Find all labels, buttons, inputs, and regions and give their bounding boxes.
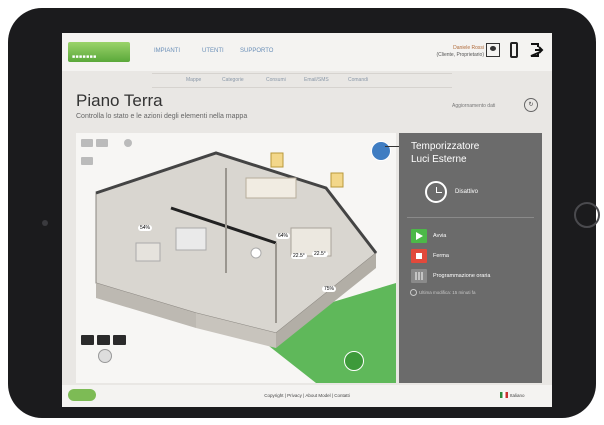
timer-state: Disattivo xyxy=(455,189,479,195)
badge-5[interactable]: 75% xyxy=(322,286,337,292)
play-icon xyxy=(416,232,423,240)
stop-icon xyxy=(416,253,422,259)
subnav-consumi[interactable]: Consumi xyxy=(266,77,286,83)
timer-panel: Temporizzatore Luci Esterne Disattivo Av… xyxy=(385,133,542,383)
timer-clock-icon xyxy=(425,181,447,203)
table xyxy=(135,242,161,262)
light-icon-1[interactable] xyxy=(250,247,262,259)
phone-icon[interactable] xyxy=(510,42,518,58)
camera-icon-1[interactable] xyxy=(124,139,132,147)
scene-dial[interactable] xyxy=(98,349,112,363)
page-subtitle: Controlla lo stato e le azioni degli ele… xyxy=(76,113,248,120)
scene-button-1[interactable] xyxy=(81,335,94,345)
sofa xyxy=(175,227,207,251)
scene-button-2[interactable] xyxy=(97,335,110,345)
start-label[interactable]: Avvia xyxy=(433,233,446,239)
refresh-icon[interactable]: ↻ xyxy=(524,98,538,112)
scene-button-3[interactable] xyxy=(113,335,126,345)
logout-icon[interactable] xyxy=(530,43,544,57)
map-control-1[interactable] xyxy=(81,139,93,147)
footer: Copyright | Privacy | About Model | Cont… xyxy=(62,385,552,407)
top-bar: ■■■■■■■ IMPIANTI UTENTI SUPPORTO Daniele… xyxy=(62,33,552,71)
home-button[interactable] xyxy=(574,202,600,228)
brand-logo[interactable]: ■■■■■■■ xyxy=(68,42,130,62)
window-bedroom xyxy=(330,172,344,188)
kitchen-counter xyxy=(245,177,297,199)
subnav-categorie[interactable]: Categorie xyxy=(222,77,244,83)
italy-flag-icon xyxy=(500,392,508,398)
schedule-button[interactable] xyxy=(411,269,427,283)
badge-1[interactable]: 54% xyxy=(138,225,153,231)
user-role: (Cliente, Proprietario) xyxy=(436,52,484,58)
schedule-label[interactable]: Programmazione oraria xyxy=(433,273,490,279)
info-icon xyxy=(410,289,417,296)
badge-3[interactable]: 22.5° xyxy=(312,251,328,257)
user-icon[interactable] xyxy=(486,43,500,57)
irrigation-icon[interactable] xyxy=(344,351,364,371)
sub-navigation: Mappe Categorie Consumi Email/SMS Comand… xyxy=(152,73,452,88)
panel-title-line1: Temporizzatore xyxy=(411,141,480,152)
subnav-mappe[interactable]: Mappe xyxy=(186,77,201,83)
stop-label[interactable]: Ferma xyxy=(433,253,449,259)
stop-button[interactable] xyxy=(411,249,427,263)
last-modified-note: Ultima modifica: 15 minuti fa xyxy=(419,290,476,295)
nav-utenti[interactable]: UTENTI xyxy=(202,48,224,54)
user-name: Daniele Rossi xyxy=(453,45,484,51)
language-selector[interactable]: Italiano xyxy=(510,393,525,398)
floor-plan-illustration xyxy=(95,139,396,383)
camera xyxy=(42,220,48,226)
panel-title-line2: Luci Esterne xyxy=(411,154,467,165)
start-button[interactable] xyxy=(411,229,427,243)
badge-2[interactable]: 22.5° xyxy=(291,253,307,259)
window-kitchen xyxy=(270,152,284,168)
nav-supporto[interactable]: SUPPORTO xyxy=(240,48,273,54)
footer-links[interactable]: Copyright | Privacy | About Model | Cont… xyxy=(62,393,552,398)
refresh-label: Aggiornamento dati xyxy=(452,103,496,109)
sliders-icon xyxy=(415,272,423,280)
floor-map[interactable]: 54% 22.5° 22.5° 64% 75% xyxy=(76,133,396,383)
nav-impianti[interactable]: IMPIANTI xyxy=(154,48,180,54)
subnav-comandi[interactable]: Comandi xyxy=(348,77,368,83)
subnav-email-sms[interactable]: Email/SMS xyxy=(304,77,329,83)
map-control-3[interactable] xyxy=(81,157,93,165)
timer-globe-icon[interactable] xyxy=(371,141,391,161)
page-title: Piano Terra xyxy=(76,91,163,110)
badge-4[interactable]: 64% xyxy=(276,233,291,239)
map-control-2[interactable] xyxy=(96,139,108,147)
app-screen: ■■■■■■■ IMPIANTI UTENTI SUPPORTO Daniele… xyxy=(62,33,552,407)
panel-connector xyxy=(385,146,399,147)
panel-divider xyxy=(407,217,534,218)
